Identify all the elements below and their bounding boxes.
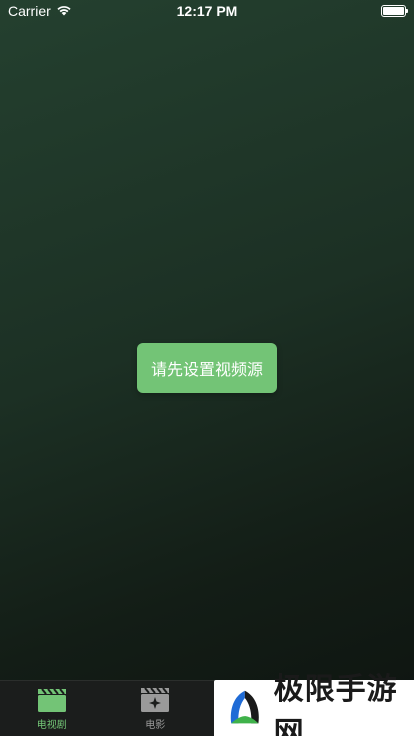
status-bar: Carrier 12:17 PM <box>0 0 414 22</box>
toast-message: 请先设置视频源 <box>137 343 277 393</box>
status-time: 12:17 PM <box>176 3 238 19</box>
watermark-logo-icon <box>224 688 265 728</box>
watermark: 极限手游网 <box>214 672 414 736</box>
tab-label: 电影 <box>145 720 166 731</box>
film-sparkle-icon <box>141 687 170 712</box>
clapperboard-icon <box>37 688 66 712</box>
tab-movies[interactable]: 电影 <box>104 681 208 736</box>
battery-icon <box>381 5 408 17</box>
tab-tv-series[interactable]: 电视剧 <box>0 681 104 736</box>
tab-label: 电视剧 <box>36 720 67 731</box>
watermark-text: 极限手游网 <box>273 672 398 736</box>
